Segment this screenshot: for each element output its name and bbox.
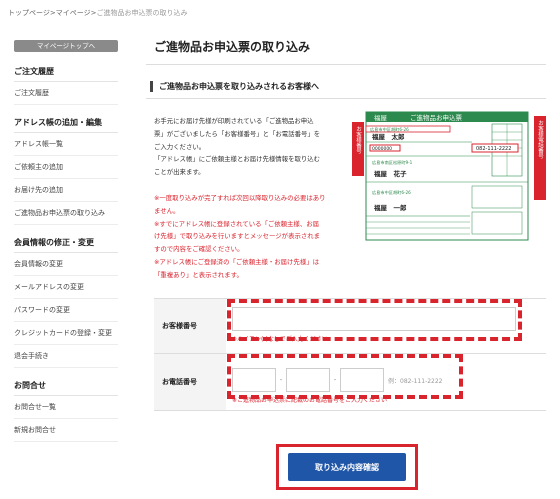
sidebar-item-order-history[interactable]: ご注文履歴 bbox=[14, 82, 118, 105]
coupon-phone: 082-111-2222 bbox=[476, 146, 511, 152]
section-heading: ご進物品お申込票を取り込みされるお客様へ bbox=[150, 81, 555, 92]
phone-input-3[interactable] bbox=[340, 368, 384, 392]
coupon-side-label-customer: お客様番号 bbox=[355, 126, 362, 155]
coupon-name-2: 福屋 花子 bbox=[373, 169, 407, 178]
breadcrumb: トップページ>マイページ>ご進物品お申込票の取り込み bbox=[8, 8, 188, 18]
coupon-number: 0000000 bbox=[372, 146, 392, 152]
sidebar-item-new-inquiry[interactable]: 新規お問合せ bbox=[14, 419, 118, 442]
breadcrumb-home[interactable]: トップページ bbox=[8, 9, 50, 17]
coupon-name-3: 福屋 一郎 bbox=[373, 203, 407, 212]
sidebar-item-email[interactable]: メールアドレスの変更 bbox=[14, 276, 118, 299]
sidebar: マイページトップへ ご注文履歴 ご注文履歴 アドレス帳の追加・編集 アドレス帳一… bbox=[14, 40, 118, 442]
phone-input-2[interactable] bbox=[286, 368, 330, 392]
phone-input-1[interactable] bbox=[232, 368, 276, 392]
coupon-side-label-phone: お客様電話番号 bbox=[537, 120, 544, 160]
title-divider bbox=[146, 64, 546, 65]
coupon-name-1: 福屋 太郎 bbox=[371, 132, 405, 141]
phone-number-row: お電話番号 - - 例：082-111-2222 ※ご進物品お申込票に記載のお電… bbox=[154, 353, 546, 411]
customer-number-hint: ※ハイフン(-)なしでご入力ください bbox=[232, 336, 328, 343]
breadcrumb-mypage[interactable]: マイページ bbox=[56, 9, 91, 17]
sidebar-item-withdraw[interactable]: 退会手続き bbox=[14, 345, 118, 368]
section-divider bbox=[146, 98, 546, 99]
sidebar-item-inquiry-list[interactable]: お問合せ一覧 bbox=[14, 396, 118, 419]
sidebar-section-address-book: アドレス帳の追加・編集 bbox=[14, 117, 118, 133]
confirm-import-button[interactable]: 取り込み内容確認 bbox=[288, 453, 406, 481]
phone-number-hint: ※ご進物品お申込票に記載のお電話番号をご入力ください bbox=[232, 397, 388, 404]
customer-number-label: お客様番号 bbox=[154, 299, 226, 353]
customer-number-row: お客様番号 ※ハイフン(-)なしでご入力ください bbox=[154, 298, 546, 353]
customer-number-input[interactable] bbox=[232, 307, 516, 331]
coupon-header: ご進物品お申込票 bbox=[410, 113, 463, 122]
sidebar-section-inquiry: お問合せ bbox=[14, 380, 118, 396]
coupon-sample-image: 福屋 ご進物品お申込票 広島市中区胡町6-26 福屋 太郎 0000000 08… bbox=[352, 111, 546, 241]
phone-dash: - bbox=[279, 376, 283, 384]
breadcrumb-current: ご進物品お申込票の取り込み bbox=[96, 9, 188, 17]
description-text: お手元にお届け先様が印刷されている「ご進物品お申込 票」がございましたら「お客様… bbox=[154, 117, 321, 177]
page-title: ご進物品お申込票の取り込み bbox=[154, 40, 311, 54]
coupon-logo: 福屋 bbox=[374, 113, 388, 122]
submit-highlight: 取り込み内容確認 bbox=[276, 444, 418, 490]
sidebar-item-credit-card[interactable]: クレジットカードの登録・変更 bbox=[14, 322, 118, 345]
notes-text: ※一度取り込みが完了すれば次回以降取り込みの必要はあり ません。 ※すでにアドレ… bbox=[154, 194, 326, 279]
sidebar-item-password[interactable]: パスワードの変更 bbox=[14, 299, 118, 322]
coupon-address-2: 広島市南区松原町9-1 bbox=[372, 159, 413, 166]
import-form: お客様番号 ※ハイフン(-)なしでご入力ください お電話番号 - - 例：082… bbox=[154, 298, 546, 411]
mypage-top-button[interactable]: マイページトップへ bbox=[14, 40, 118, 52]
sidebar-section-order-history: ご注文履歴 bbox=[14, 66, 118, 82]
phone-dash: - bbox=[333, 376, 337, 384]
sidebar-item-member-info[interactable]: 会員情報の変更 bbox=[14, 253, 118, 276]
sidebar-item-address-list[interactable]: アドレス帳一覧 bbox=[14, 133, 118, 156]
phone-number-label: お電話番号 bbox=[154, 354, 226, 410]
sidebar-item-add-recipient[interactable]: お届け先の追加 bbox=[14, 179, 118, 202]
phone-example: 例：082-111-2222 bbox=[388, 377, 443, 385]
coupon-address-1: 広島市中区胡町6-26 bbox=[370, 126, 409, 133]
sidebar-item-import-slip[interactable]: ご進物品お申込票の取り込み bbox=[14, 202, 118, 225]
coupon-address-3: 広島市中区胡町6-26 bbox=[372, 189, 411, 196]
sidebar-item-add-sender[interactable]: ご依頼主の追加 bbox=[14, 156, 118, 179]
sidebar-section-member-info: 会員情報の修正・変更 bbox=[14, 237, 118, 253]
